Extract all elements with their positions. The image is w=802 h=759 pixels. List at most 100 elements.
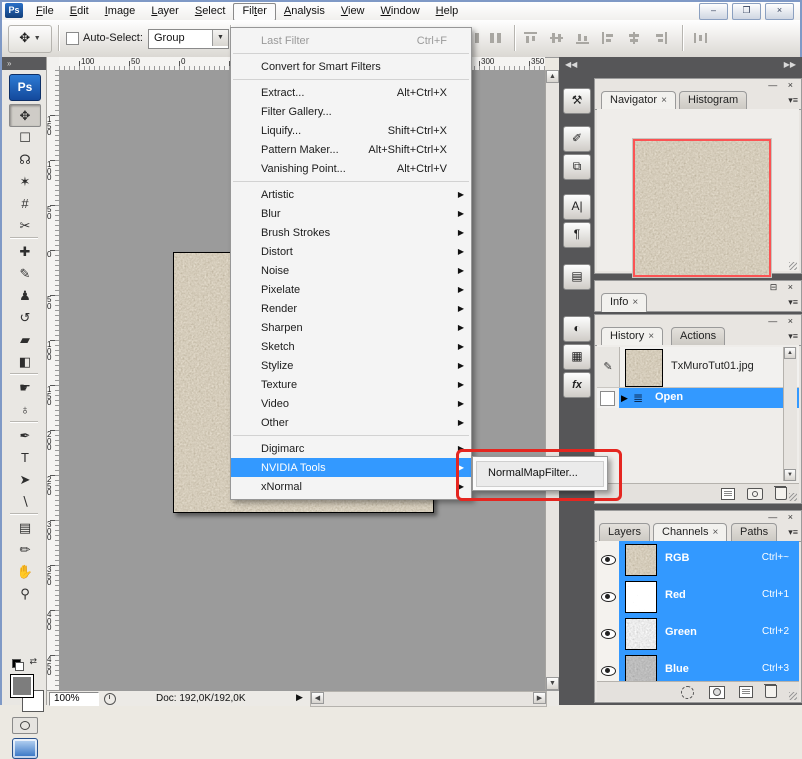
scroll-right-icon[interactable]: ▶ (533, 692, 546, 704)
channel-selected-area[interactable]: GreenCtrl+2 (619, 615, 799, 652)
slice-tool[interactable]: ✂ (9, 214, 41, 237)
history-snapshot-row[interactable]: ✎ TxMuroTut01.jpg (597, 347, 799, 388)
align-horizontal-centers-icon[interactable] (628, 32, 641, 44)
status-menu-arrow-icon[interactable]: ▶ (296, 692, 303, 703)
paragraph-panel-button[interactable]: ¶ (563, 222, 591, 248)
menu-help[interactable]: Help (428, 3, 467, 19)
move-tool[interactable]: ✥ (9, 104, 41, 127)
menu-item-filter-gallery[interactable]: Filter Gallery... (231, 102, 471, 121)
tab-layers[interactable]: Layers (599, 523, 650, 542)
menu-item-other[interactable]: Other▶ (231, 413, 471, 432)
tab-close-icon[interactable]: × (661, 95, 667, 106)
scroll-up-icon[interactable]: ▲ (546, 70, 559, 83)
snapshot-thumbnail[interactable] (625, 349, 663, 387)
menu-item-vanishing-point[interactable]: Vanishing Point...Alt+Ctrl+V (231, 159, 471, 178)
menu-item-nvidia-tools[interactable]: NVIDIA Tools▶ (231, 458, 471, 477)
lock-layers-icon[interactable] (489, 32, 502, 44)
history-brush-tool[interactable]: ↺ (9, 306, 41, 329)
delete-state-icon[interactable] (775, 487, 787, 500)
swatches-panel-button[interactable]: ▦ (563, 344, 591, 370)
auto-select-checkbox[interactable] (66, 32, 79, 45)
menu-item-digimarc[interactable]: Digimarc▶ (231, 439, 471, 458)
align-right-edges-icon[interactable] (654, 32, 667, 44)
new-document-from-state-icon[interactable] (721, 488, 735, 500)
menu-filter[interactable]: Filter (233, 3, 275, 21)
delete-channel-icon[interactable] (765, 685, 777, 698)
smudge-tool[interactable]: ☛ (9, 376, 41, 399)
tab-close-icon[interactable]: × (632, 297, 638, 308)
layer-comps-panel-button[interactable]: ▤ (563, 264, 591, 290)
default-colors-widget[interactable]: ⇄ (10, 658, 38, 670)
menu-item-brush-strokes[interactable]: Brush Strokes▶ (231, 223, 471, 242)
menu-item-liquify[interactable]: Liquify...Shift+Ctrl+X (231, 121, 471, 140)
history-source-column[interactable]: ✎ (597, 347, 620, 387)
zoom-tool[interactable]: ⚲ (9, 582, 41, 605)
menu-item-sharpen[interactable]: Sharpen▶ (231, 318, 471, 337)
panel-resize-grip[interactable] (789, 262, 797, 270)
line-tool[interactable]: ∖ (9, 490, 41, 513)
rectangular-marquee-tool[interactable]: ☐ (9, 126, 41, 149)
menu-item-extract[interactable]: Extract...Alt+Ctrl+X (231, 83, 471, 102)
foreground-color-swatch[interactable] (10, 674, 34, 698)
scroll-down-icon[interactable]: ▼ (784, 469, 796, 481)
channel-row-green[interactable]: GreenCtrl+2 (597, 615, 799, 652)
menu-item-pattern-maker[interactable]: Pattern Maker...Alt+Shift+Ctrl+X (231, 140, 471, 159)
color-panel-button[interactable]: ◐ (563, 316, 591, 342)
close-button[interactable]: × (765, 3, 794, 20)
menu-item-sketch[interactable]: Sketch▶ (231, 337, 471, 356)
load-selection-icon[interactable] (681, 686, 694, 699)
gradient-tool[interactable]: ◧ (9, 350, 41, 373)
menu-layer[interactable]: Layer (143, 3, 187, 19)
ps-logo-button[interactable]: Ps (9, 74, 41, 101)
eraser-tool[interactable]: ▰ (9, 328, 41, 351)
scroll-left-icon[interactable]: ◀ (311, 692, 324, 704)
tab-history[interactable]: History× (601, 327, 663, 346)
tab-close-icon[interactable]: × (648, 331, 654, 342)
channel-selected-area[interactable]: RedCtrl+1 (619, 578, 799, 615)
menu-item-artistic[interactable]: Artistic▶ (231, 185, 471, 204)
tab-channels[interactable]: Channels× (653, 523, 727, 542)
new-snapshot-icon[interactable] (747, 488, 763, 500)
menu-window[interactable]: Window (373, 3, 428, 19)
save-selection-as-channel-icon[interactable] (709, 686, 725, 699)
scroll-down-icon[interactable]: ▼ (546, 677, 559, 690)
history-state-row[interactable]: ▶ ≣ Open (597, 388, 799, 408)
notes-tool[interactable]: ▤ (9, 516, 41, 539)
lasso-tool[interactable]: ☊ (9, 148, 41, 171)
brushes-panel-button[interactable]: ✐ (563, 126, 591, 152)
history-scrollbar[interactable]: ▲ ▼ (783, 347, 797, 481)
canvas-vertical-scrollbar[interactable]: ▲ ▼ (545, 70, 560, 690)
tab-info[interactable]: Info× (601, 293, 647, 312)
tab-close-icon[interactable]: × (712, 527, 718, 538)
menu-item-distort[interactable]: Distort▶ (231, 242, 471, 261)
eyedropper-tool[interactable]: ✏ (9, 538, 41, 561)
align-vertical-centers-icon[interactable] (550, 32, 563, 44)
menu-file[interactable]: File (28, 3, 62, 19)
type-tool[interactable]: T (9, 446, 41, 469)
path-selection-tool[interactable]: ➤ (9, 468, 41, 491)
toolbox-collapse-handle[interactable]: » (2, 57, 46, 70)
channel-row-red[interactable]: RedCtrl+1 (597, 578, 799, 615)
tab-actions[interactable]: Actions (671, 327, 725, 346)
panel-resize-grip[interactable] (789, 692, 797, 700)
scroll-up-icon[interactable]: ▲ (784, 347, 796, 359)
channel-row-rgb[interactable]: RGBCtrl+~ (597, 541, 799, 578)
auto-select-scope-dropdown[interactable]: Group ▼ (148, 29, 229, 49)
status-zoom-field[interactable]: 100% (49, 692, 99, 706)
dodge-tool[interactable]: ♁ (9, 398, 41, 421)
healing-brush-tool[interactable]: ✚ (9, 240, 41, 263)
clone-source-panel-button[interactable]: ⧉ (563, 154, 591, 180)
panel-menu-icon[interactable]: ▾≡ (788, 297, 798, 308)
clone-stamp-tool[interactable]: ♟ (9, 284, 41, 307)
crop-tool[interactable]: # (9, 192, 41, 215)
restore-button[interactable]: ❐ (732, 3, 761, 20)
visibility-cell[interactable] (597, 615, 620, 653)
quick-mask-button[interactable] (12, 717, 38, 734)
menu-image[interactable]: Image (97, 3, 144, 19)
align-bottom-edges-icon[interactable] (576, 32, 589, 44)
document-size-readout[interactable]: Doc: 192,0K/192,0K (156, 693, 246, 704)
menu-edit[interactable]: Edit (62, 3, 97, 19)
channel-selected-area[interactable]: RGBCtrl+~ (619, 541, 799, 578)
menu-item-noise[interactable]: Noise▶ (231, 261, 471, 280)
align-left-edges-icon[interactable] (602, 32, 615, 44)
